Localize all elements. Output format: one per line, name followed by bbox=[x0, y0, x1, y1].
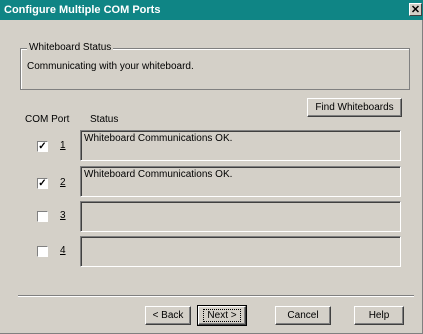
com-port-2-checkbox[interactable]: ✓ bbox=[37, 178, 48, 189]
com-port-2-label: 2 bbox=[60, 177, 66, 188]
cancel-label: Cancel bbox=[287, 310, 319, 321]
com-port-2-status: Whiteboard Communications OK. bbox=[80, 166, 401, 197]
checkmark-icon: ✓ bbox=[38, 141, 47, 152]
com-port-1-checkbox[interactable]: ✓ bbox=[37, 141, 48, 152]
com-port-4-label: 4 bbox=[60, 245, 66, 256]
close-button[interactable]: ✕ bbox=[409, 3, 422, 16]
next-label: Next > bbox=[203, 309, 241, 322]
dialog-window: Configure Multiple COM Ports ✕ Whiteboar… bbox=[0, 0, 423, 334]
back-label: < Back bbox=[152, 310, 184, 321]
find-whiteboards-button[interactable]: Find Whiteboards bbox=[307, 98, 402, 117]
com-port-4-checkbox[interactable] bbox=[37, 246, 48, 257]
group-title: Whiteboard Status bbox=[27, 42, 114, 53]
footer-separator bbox=[18, 295, 414, 297]
com-port-header: COM Port bbox=[25, 114, 70, 125]
help-button[interactable]: Help bbox=[354, 306, 404, 325]
com-port-4-status bbox=[80, 236, 401, 267]
find-whiteboards-label: Find Whiteboards bbox=[315, 102, 394, 113]
checkmark-icon: ✓ bbox=[38, 178, 47, 189]
help-label: Help bbox=[368, 310, 390, 321]
status-header: Status bbox=[90, 114, 119, 125]
status-message: Communicating with your whiteboard. bbox=[27, 61, 194, 72]
com-port-1-label: 1 bbox=[60, 140, 66, 151]
whiteboard-status-group: Whiteboard Status Communicating with you… bbox=[20, 42, 410, 90]
com-port-3-checkbox[interactable] bbox=[37, 211, 48, 222]
com-port-3-label: 3 bbox=[60, 210, 66, 221]
window-title: Configure Multiple COM Ports bbox=[4, 4, 161, 16]
next-button[interactable]: Next > bbox=[197, 305, 247, 326]
back-button[interactable]: < Back bbox=[145, 306, 191, 325]
cancel-button[interactable]: Cancel bbox=[275, 306, 331, 325]
title-bar[interactable]: Configure Multiple COM Ports ✕ bbox=[0, 0, 423, 20]
com-port-1-status: Whiteboard Communications OK. bbox=[80, 130, 401, 161]
close-icon: ✕ bbox=[410, 4, 421, 16]
com-port-3-status bbox=[80, 201, 401, 232]
